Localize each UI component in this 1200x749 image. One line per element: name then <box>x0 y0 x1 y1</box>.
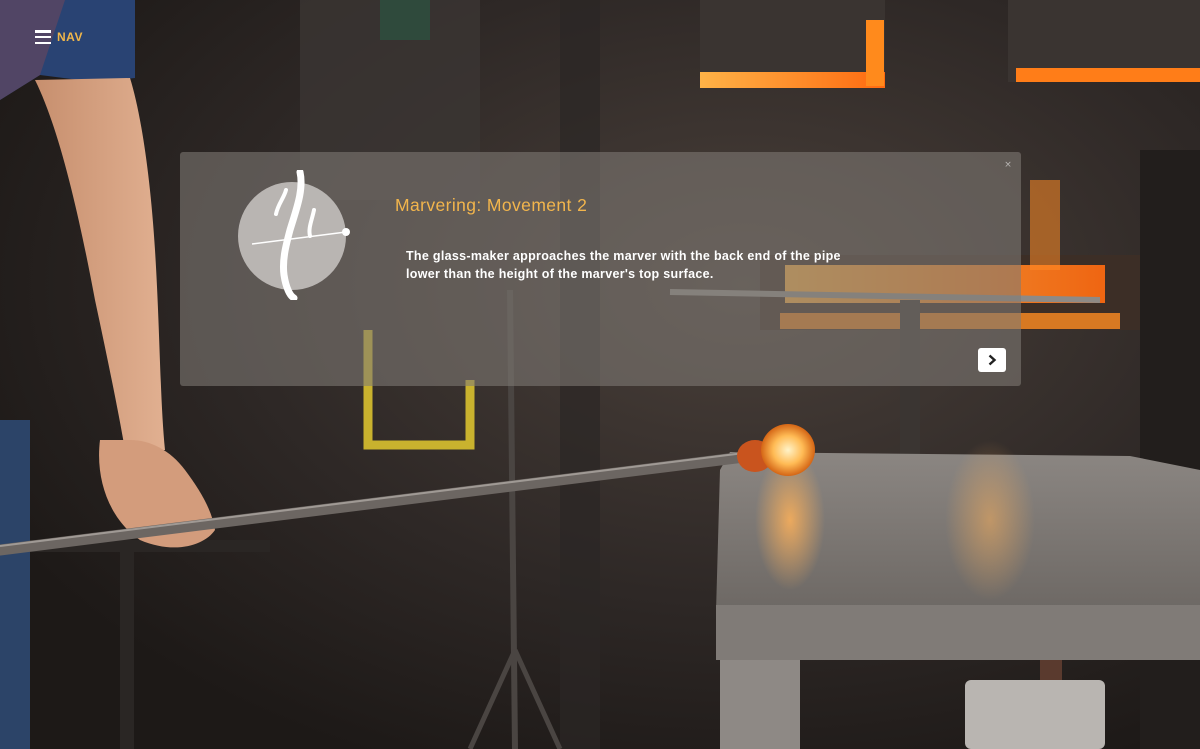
furnace-glow-right <box>1016 68 1200 82</box>
flame-plume <box>1030 180 1060 270</box>
chevron-right-icon[interactable] <box>987 354 997 366</box>
panel-title: Marvering: Movement 2 <box>395 195 588 215</box>
bucket <box>965 680 1105 749</box>
control-box <box>380 0 430 40</box>
molten-glass-gather <box>761 424 815 476</box>
panel-description: The glass-maker approaches the marver wi… <box>406 249 841 281</box>
furnace-glow-left <box>700 72 885 88</box>
marver-table-edge <box>716 605 1200 660</box>
bench-leg <box>120 552 134 749</box>
nav-button[interactable]: NAV <box>35 28 83 46</box>
jeans <box>0 420 30 749</box>
close-icon[interactable]: × <box>1003 160 1013 170</box>
marver-table-leg <box>720 660 800 749</box>
next-button[interactable] <box>978 348 1006 372</box>
nav-label[interactable]: NAV <box>57 30 83 44</box>
calligraphic-logo-icon <box>238 170 350 300</box>
hamburger-menu-icon[interactable] <box>35 30 51 44</box>
furnace-reflection <box>945 440 1035 600</box>
info-panel: × Marvering: Movement 2 The glass-maker … <box>180 152 1021 386</box>
furnace-glow-left-side <box>866 20 884 86</box>
